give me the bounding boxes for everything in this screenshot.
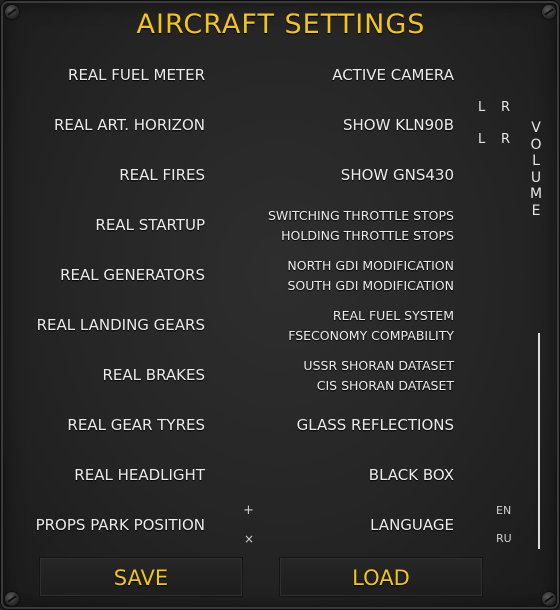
load-button[interactable]: LOAD [279, 557, 483, 597]
option-glass-reflections[interactable]: GLASS REFLECTIONS [297, 416, 454, 434]
option-real-generators[interactable]: REAL GENERATORS [60, 266, 205, 284]
option-active-camera[interactable]: ACTIVE CAMERA [332, 66, 454, 84]
option-real-fires[interactable]: REAL FIRES [119, 166, 205, 184]
option-switching-throttle-stops[interactable]: SWITCHING THROTTLE STOPS [268, 206, 454, 226]
option-fseconomy[interactable]: FSECONOMY COMPABILITY [288, 326, 454, 346]
volume-right-2[interactable]: R [501, 132, 510, 147]
option-shoran-dataset[interactable]: USSR SHORAN DATASET CIS SHORAN DATASET [303, 356, 454, 396]
option-real-startup[interactable]: REAL STARTUP [95, 216, 205, 234]
option-real-gear-tyres[interactable]: REAL GEAR TYRES [67, 416, 205, 434]
language-en-option[interactable]: EN [496, 504, 511, 517]
option-cis-shoran[interactable]: CIS SHORAN DATASET [303, 376, 454, 396]
option-real-headlight[interactable]: REAL HEADLIGHT [74, 466, 205, 484]
option-fuel-system[interactable]: REAL FUEL SYSTEM FSECONOMY COMPABILITY [288, 306, 454, 346]
screw-icon [542, 592, 556, 606]
option-holding-throttle-stops[interactable]: HOLDING THROTTLE STOPS [268, 226, 454, 246]
option-real-landing-gears[interactable]: REAL LANDING GEARS [37, 316, 205, 334]
volume-label: VOLUME [529, 120, 543, 219]
panel-title: AIRCRAFT SETTINGS [136, 9, 426, 40]
option-show-gns430[interactable]: SHOW GNS430 [341, 166, 454, 184]
settings-panel: AIRCRAFT SETTINGS REAL FUEL METER REAL A… [0, 0, 560, 610]
option-real-fuel-meter[interactable]: REAL FUEL METER [68, 66, 205, 84]
option-ussr-shoran[interactable]: USSR SHORAN DATASET [303, 356, 454, 376]
option-gdi-modification[interactable]: NORTH GDI MODIFICATION SOUTH GDI MODIFIC… [287, 256, 454, 296]
option-south-gdi[interactable]: SOUTH GDI MODIFICATION [287, 276, 454, 296]
option-props-park-position[interactable]: PROPS PARK POSITION [36, 516, 205, 534]
option-real-fuel-system[interactable]: REAL FUEL SYSTEM [288, 306, 454, 326]
option-real-art-horizon[interactable]: REAL ART. HORIZON [54, 116, 205, 134]
option-show-kln90b[interactable]: SHOW KLN90B [343, 116, 454, 134]
volume-slider[interactable] [538, 333, 540, 549]
option-north-gdi[interactable]: NORTH GDI MODIFICATION [287, 256, 454, 276]
option-real-brakes[interactable]: REAL BRAKES [103, 366, 206, 384]
screw-icon [5, 592, 19, 606]
save-button[interactable]: SAVE [39, 557, 243, 597]
option-throttle-stops[interactable]: SWITCHING THROTTLE STOPS HOLDING THROTTL… [268, 206, 454, 246]
option-language[interactable]: LANGUAGE [370, 516, 454, 534]
language-ru-option[interactable]: RU [496, 532, 512, 545]
volume-left-2[interactable]: L [478, 132, 485, 147]
props-park-cross-button[interactable]: × [244, 532, 254, 546]
props-park-plus-button[interactable]: + [243, 503, 254, 518]
volume-left-1[interactable]: L [478, 100, 485, 115]
option-black-box[interactable]: BLACK BOX [369, 466, 454, 484]
volume-right-1[interactable]: R [501, 100, 510, 115]
